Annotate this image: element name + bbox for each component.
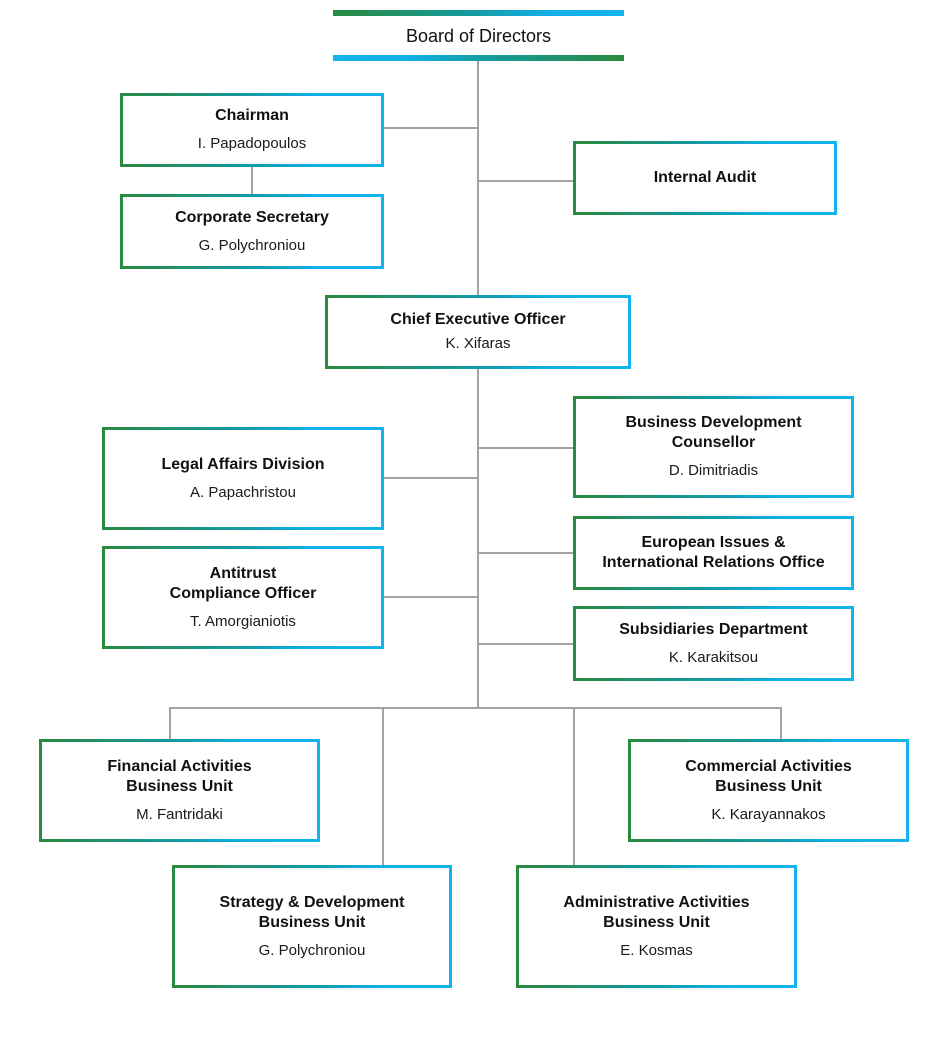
board-top-bar (333, 10, 624, 16)
node-person: I. Papadopoulos (197, 135, 307, 152)
connector-legal-affairs (384, 477, 478, 479)
node-person: K. Xifaras (445, 335, 511, 352)
node-title: Chairman (215, 107, 289, 124)
node-person: G. Polychroniou (198, 236, 306, 254)
node-legal-affairs[interactable]: Legal Affairs Division A. Papachristou (102, 427, 384, 530)
node-person: E. Kosmas (620, 941, 693, 959)
node-title: Strategy & Development Business Unit (219, 893, 405, 931)
drop-administrative (573, 707, 575, 865)
connector-chairman (384, 127, 478, 129)
node-corporate-secretary[interactable]: Corporate Secretary G. Polychroniou (120, 194, 384, 269)
node-title: Chief Executive Officer (390, 311, 566, 328)
business-unit-bus (169, 707, 782, 709)
node-administrative[interactable]: Administrative Activities Business Unit … (516, 865, 797, 988)
node-person: D. Dimitriadis (668, 462, 759, 479)
node-internal-audit[interactable]: Internal Audit (573, 141, 837, 215)
node-financial[interactable]: Financial Activities Business Unit M. Fa… (39, 739, 320, 842)
node-subsidiaries[interactable]: Subsidiaries Department K. Karakitsou (573, 606, 854, 681)
node-person: A. Papachristou (190, 483, 296, 501)
node-title: Financial Activities Business Unit (107, 757, 252, 795)
node-european-issues[interactable]: European Issues & International Relation… (573, 516, 854, 590)
connector-antitrust (384, 596, 478, 598)
node-person: T. Amorgianiotis (190, 612, 296, 630)
node-chairman[interactable]: Chairman I. Papadopoulos (120, 93, 384, 167)
connector-internal-audit (478, 180, 573, 182)
node-title: European Issues & International Relation… (602, 534, 825, 571)
drop-financial (169, 707, 171, 739)
board-of-directors-title: Board of Directors (405, 26, 552, 46)
node-ceo[interactable]: Chief Executive Officer K. Xifaras (325, 295, 631, 369)
node-commercial[interactable]: Commercial Activities Business Unit K. K… (628, 739, 909, 842)
connector-european-issues (478, 552, 573, 554)
trunk-ceo-to-units (477, 369, 479, 709)
connector-business-development (478, 447, 573, 449)
connector-subsidiaries (478, 643, 573, 645)
connector-chairman-secretary (251, 167, 253, 194)
node-strategy[interactable]: Strategy & Development Business Unit G. … (172, 865, 452, 988)
node-business-development[interactable]: Business Development Counsellor D. Dimit… (573, 396, 854, 498)
drop-commercial (780, 707, 782, 739)
node-title: Administrative Activities Business Unit (563, 893, 750, 931)
node-person: G. Polychroniou (258, 941, 366, 959)
node-person: M. Fantridaki (136, 805, 223, 823)
node-title: Subsidiaries Department (619, 620, 808, 638)
node-title: Commercial Activities Business Unit (685, 757, 852, 795)
board-bottom-bar (333, 55, 624, 61)
node-title: Antitrust Compliance Officer (169, 564, 317, 602)
node-title: Legal Affairs Division (161, 455, 325, 473)
trunk-board-to-ceo (477, 61, 479, 295)
node-person: K. Karakitsou (668, 648, 759, 666)
node-person: K. Karayannakos (711, 805, 826, 823)
node-title: Corporate Secretary (175, 208, 329, 226)
node-title: Internal Audit (653, 169, 757, 186)
node-title: Business Development Counsellor (625, 414, 802, 451)
node-antitrust[interactable]: Antitrust Compliance Officer T. Amorgian… (102, 546, 384, 649)
drop-strategy (382, 707, 384, 865)
